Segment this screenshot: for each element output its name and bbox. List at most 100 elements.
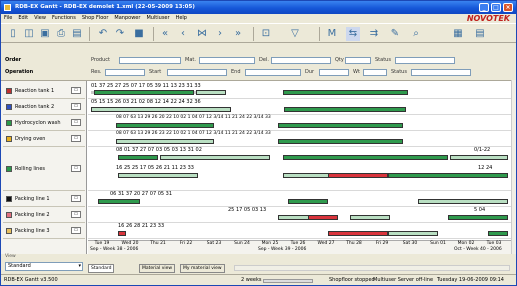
del-field[interactable] — [271, 57, 331, 64]
resource-row-drying-oven[interactable]: Drying oven ▭ — [3, 131, 85, 147]
task-bar[interactable] — [418, 199, 508, 204]
week-label: Sep - Week 39 - 2006 — [258, 247, 307, 252]
stop-icon[interactable]: ■ — [132, 27, 146, 41]
qty-label: Qty — [335, 57, 344, 63]
menu-edit[interactable]: Edit — [15, 14, 31, 23]
task-bar[interactable] — [118, 155, 158, 160]
resource-menu-icon[interactable]: ▭ — [71, 87, 81, 94]
task-bar[interactable] — [278, 123, 403, 128]
grid-icon[interactable]: ▦ — [451, 27, 465, 41]
task-bar[interactable] — [448, 215, 508, 220]
menu-manpower[interactable]: Manpower — [111, 14, 143, 23]
menu-help[interactable]: Help — [173, 14, 190, 23]
task-bar[interactable] — [288, 199, 328, 204]
task-bar[interactable] — [98, 199, 140, 204]
print-icon[interactable]: ⎙ — [54, 27, 68, 41]
print-preview-icon[interactable]: ▤ — [70, 27, 84, 41]
task-bar[interactable] — [116, 123, 214, 128]
open-icon[interactable]: ◫ — [22, 27, 36, 41]
task-bar[interactable] — [91, 107, 231, 112]
first-icon[interactable]: « — [158, 27, 172, 41]
res-field[interactable] — [105, 69, 145, 76]
resource-menu-icon[interactable]: ▭ — [71, 165, 81, 172]
resource-row-packing-line-3[interactable]: Packing line 3 ▭ — [3, 223, 85, 239]
menu-view[interactable]: View — [31, 14, 49, 23]
product-field[interactable] — [119, 57, 181, 64]
task-bar[interactable] — [488, 231, 508, 236]
task-bar[interactable] — [388, 231, 438, 236]
task-bar[interactable] — [196, 90, 226, 95]
start-field[interactable] — [167, 69, 227, 76]
tab-standard[interactable]: Standard — [88, 264, 115, 273]
task-bar[interactable] — [283, 155, 448, 160]
task-bar[interactable] — [308, 215, 338, 220]
task-bar[interactable] — [116, 139, 214, 144]
chart-icon[interactable]: ⌕ — [409, 27, 423, 41]
menu-functions[interactable]: Functions — [49, 14, 79, 23]
task-bar[interactable] — [118, 173, 198, 178]
resource-row-hydrocyclon-wash[interactable]: Hydrocyclon wash ▭ — [3, 115, 85, 131]
toolbar: ▯ ◫ ▣ ⎙ ▤ ↶ ↷ ■ « ‹ ⋈ › » ⊡ ▽ M ⇆ ⇉ ✎ ⌕ … — [1, 23, 516, 43]
view2-icon[interactable]: ⇉ — [367, 27, 381, 41]
dur-field[interactable] — [319, 69, 349, 76]
zoom-icon[interactable]: ⊡ — [259, 27, 273, 41]
end-field[interactable] — [245, 69, 301, 76]
task-bar[interactable] — [94, 90, 194, 95]
task-bar[interactable] — [388, 173, 508, 178]
center-icon[interactable]: ⋈ — [195, 27, 209, 41]
redo-icon[interactable]: ↷ — [113, 27, 127, 41]
menu-multiuser[interactable]: Multiuser — [143, 14, 172, 23]
mat-field[interactable] — [199, 57, 255, 64]
resource-menu-icon[interactable]: ▭ — [71, 119, 81, 126]
task-bar[interactable] — [450, 155, 508, 160]
resource-menu-icon[interactable]: ▭ — [71, 195, 81, 202]
task-bar[interactable] — [350, 215, 390, 220]
task-bar[interactable] — [328, 173, 388, 178]
ms-icon[interactable]: M — [325, 27, 339, 41]
qty-field[interactable] — [345, 57, 371, 64]
search-icon[interactable]: ✎ — [388, 27, 402, 41]
status-field[interactable] — [395, 57, 455, 64]
task-bar[interactable] — [283, 90, 408, 95]
menu-shop-floor[interactable]: Shop Floor — [79, 14, 112, 23]
save-icon[interactable]: ▣ — [38, 27, 52, 41]
task-bar[interactable] — [160, 155, 270, 160]
view-select[interactable]: Standard ▾ — [5, 262, 83, 271]
resource-menu-icon[interactable]: ▭ — [71, 103, 81, 110]
resource-row-reaction-tank-1[interactable]: Reaction tank 1 ▭ — [3, 83, 85, 99]
prev-icon[interactable]: ‹ — [176, 27, 190, 41]
tab-my-material-view[interactable]: My material view — [180, 264, 225, 273]
resource-menu-icon[interactable]: ▭ — [71, 211, 81, 218]
view1-icon[interactable]: ⇆ — [346, 27, 360, 41]
zoom-slider[interactable] — [263, 279, 313, 283]
rolling-extra-b: 12 24 — [478, 165, 493, 171]
undo-icon[interactable]: ↶ — [96, 27, 110, 41]
task-bar[interactable] — [328, 231, 388, 236]
close-button[interactable]: × — [503, 3, 513, 12]
task-bar[interactable] — [118, 231, 126, 236]
tab-material-view[interactable]: Material view — [139, 264, 176, 273]
new-icon[interactable]: ▯ — [6, 27, 20, 41]
maximize-button[interactable]: □ — [491, 3, 501, 12]
resource-row-packing-line-2[interactable]: Packing line 2 ▭ — [3, 207, 85, 223]
task-bar[interactable] — [278, 139, 403, 144]
day-label: Fri 29 — [375, 241, 389, 246]
minimize-button[interactable]: _ — [479, 3, 489, 12]
task-bar[interactable] — [284, 107, 406, 112]
menu-file[interactable]: File — [1, 14, 15, 23]
resource-row-packing-line-1[interactable]: Packing line 1 ▭ — [3, 191, 85, 207]
vertical-scrollbar[interactable] — [511, 80, 516, 254]
resource-row-reaction-tank-2[interactable]: Reaction tank 2 ▭ — [3, 99, 85, 115]
app-icon — [4, 4, 11, 11]
last-icon[interactable]: » — [231, 27, 245, 41]
resource-row-rolling-lines[interactable]: Rolling lines ▭ — [3, 147, 85, 191]
wt-field[interactable] — [363, 69, 387, 76]
resource-menu-icon[interactable]: ▭ — [71, 135, 81, 142]
filter-icon[interactable]: ▽ — [288, 27, 302, 41]
table-icon[interactable]: ▤ — [473, 27, 487, 41]
next-icon[interactable]: › — [213, 27, 227, 41]
operation-label: Operation — [5, 69, 34, 75]
horizontal-scrollbar[interactable] — [234, 265, 510, 271]
resource-menu-icon[interactable]: ▭ — [71, 227, 81, 234]
status2-field[interactable] — [411, 69, 471, 76]
